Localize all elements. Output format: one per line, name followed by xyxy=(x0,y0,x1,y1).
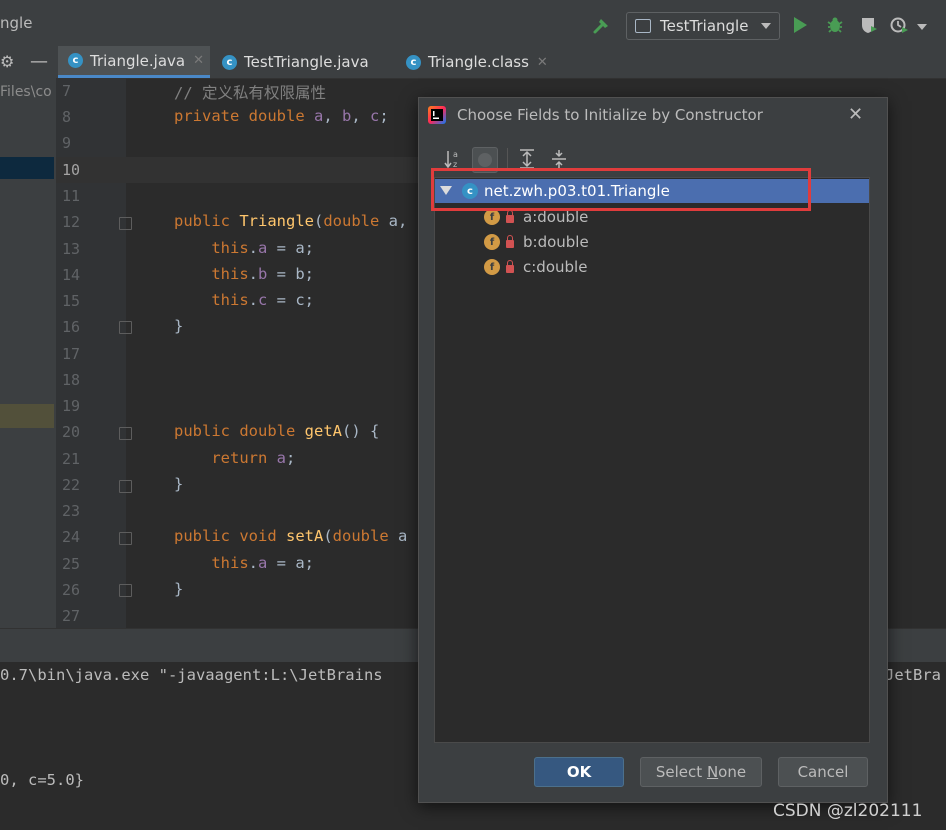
coverage-icon[interactable] xyxy=(860,16,878,34)
fold-marker[interactable] xyxy=(119,217,132,230)
button-label: one xyxy=(718,763,747,781)
hammer-icon[interactable] xyxy=(592,16,612,36)
project-tree-selected-row[interactable] xyxy=(0,157,54,179)
code-line: } xyxy=(174,580,184,598)
code-line: this.a = a; xyxy=(211,239,315,257)
watermark: CSDN @zl202111 xyxy=(773,801,923,821)
field-icon: f xyxy=(484,234,500,250)
intellij-logo-icon xyxy=(428,106,446,124)
fold-marker[interactable] xyxy=(119,532,132,545)
chevron-down-icon[interactable] xyxy=(917,24,927,30)
svg-text:a: a xyxy=(453,150,458,159)
circle-icon xyxy=(478,153,492,167)
profile-icon[interactable] xyxy=(890,16,908,34)
line-number: 21 xyxy=(62,450,81,468)
debug-icon[interactable] xyxy=(826,16,844,34)
code-comment: // 定义私有权限属性 xyxy=(174,84,326,102)
tab-label: Triangle.class xyxy=(428,53,529,71)
lock-icon xyxy=(506,260,514,273)
annotation-highlight-box xyxy=(431,168,811,211)
code-line: this.c = c; xyxy=(211,291,315,309)
line-number: 24 xyxy=(62,528,81,546)
tree-field-row[interactable]: f c:double xyxy=(484,256,587,278)
tree-field-row[interactable]: f b:double xyxy=(484,231,589,253)
project-tree-highlight-row[interactable] xyxy=(0,404,54,428)
class-icon: c xyxy=(68,53,83,68)
field-icon: f xyxy=(484,259,500,275)
collapse-all-icon[interactable] xyxy=(550,149,568,169)
line-number: 17 xyxy=(62,345,81,363)
tab-label: TestTriangle.java xyxy=(244,53,369,71)
line-number: 22 xyxy=(62,476,81,494)
code-line: } xyxy=(174,475,184,493)
console-line-tail: JetBra xyxy=(885,666,941,684)
line-number: 10 xyxy=(62,161,81,179)
chevron-down-icon xyxy=(761,23,771,29)
code-line: this.b = b; xyxy=(211,265,315,283)
minimize-icon[interactable]: — xyxy=(30,51,48,72)
select-none-button[interactable]: Select None xyxy=(640,757,762,787)
console-line: 0, c=5.0} xyxy=(0,771,84,789)
line-number: 19 xyxy=(62,397,81,415)
code-line: return a; xyxy=(211,449,296,467)
line-number: 15 xyxy=(62,292,81,310)
code-line: public Triangle(double a, xyxy=(174,212,408,230)
console-line: 0.7\bin\java.exe "-javaagent:L:\JetBrain… xyxy=(0,666,383,684)
class-icon: c xyxy=(222,54,237,70)
current-line-highlight xyxy=(56,157,418,183)
class-icon: c xyxy=(406,54,421,70)
line-number: 9 xyxy=(62,134,72,152)
line-number: 25 xyxy=(62,555,81,573)
field-icon: f xyxy=(484,209,500,225)
line-number: 16 xyxy=(62,318,81,336)
fold-marker[interactable] xyxy=(119,427,132,440)
code-line: } xyxy=(174,317,184,335)
code-line: private double a, b, c; xyxy=(174,107,389,125)
code-line: this.a = a; xyxy=(211,554,315,572)
field-label: b:double xyxy=(523,233,589,251)
line-number: 8 xyxy=(62,108,72,126)
run-configuration-label: TestTriangle xyxy=(660,17,749,35)
gear-icon[interactable]: ⚙ xyxy=(0,52,14,71)
mnemonic-letter: N xyxy=(706,763,719,781)
line-number: 23 xyxy=(62,502,81,520)
cancel-button[interactable]: Cancel xyxy=(778,757,868,787)
lock-icon xyxy=(506,210,514,223)
tab-label: Triangle.java xyxy=(90,51,186,70)
run-configuration-dropdown[interactable]: TestTriangle xyxy=(626,12,780,40)
tab-triangle-class[interactable]: c Triangle.class ✕ xyxy=(396,46,566,78)
line-number: 11 xyxy=(62,187,81,205)
expand-all-icon[interactable] xyxy=(518,149,536,169)
close-icon[interactable]: ✕ xyxy=(193,53,204,68)
fold-marker[interactable] xyxy=(119,480,132,493)
line-number: 13 xyxy=(62,240,81,258)
lock-icon xyxy=(506,235,514,248)
tab-triangle-java[interactable]: c Triangle.java ✕ xyxy=(58,46,210,78)
dialog-title: Choose Fields to Initialize by Construct… xyxy=(457,106,763,124)
project-title: ngle xyxy=(0,14,33,32)
close-icon[interactable]: ✕ xyxy=(848,104,863,125)
application-icon xyxy=(635,19,651,33)
line-number: 26 xyxy=(62,581,81,599)
fold-marker[interactable] xyxy=(119,321,132,334)
line-number: 18 xyxy=(62,371,81,389)
line-number: 12 xyxy=(62,213,81,231)
line-number: 20 xyxy=(62,423,81,441)
line-number: 14 xyxy=(62,266,81,284)
line-number: 7 xyxy=(62,82,72,100)
close-icon[interactable]: ✕ xyxy=(537,55,548,70)
button-label: Select xyxy=(655,763,707,781)
field-label: c:double xyxy=(523,258,588,276)
line-number: 27 xyxy=(62,607,81,625)
project-path: Files\co xyxy=(0,84,52,100)
toolbar-separator xyxy=(507,148,508,170)
ok-button[interactable]: OK xyxy=(534,757,624,787)
tab-testtriangle-java[interactable]: c TestTriangle.java xyxy=(212,46,404,78)
code-line: public void setA(double a xyxy=(174,527,408,545)
sort-alphabetically-icon[interactable]: a z xyxy=(444,148,464,170)
run-icon[interactable] xyxy=(794,17,807,33)
code-line: public double getA() { xyxy=(174,422,380,440)
fold-marker[interactable] xyxy=(119,584,132,597)
